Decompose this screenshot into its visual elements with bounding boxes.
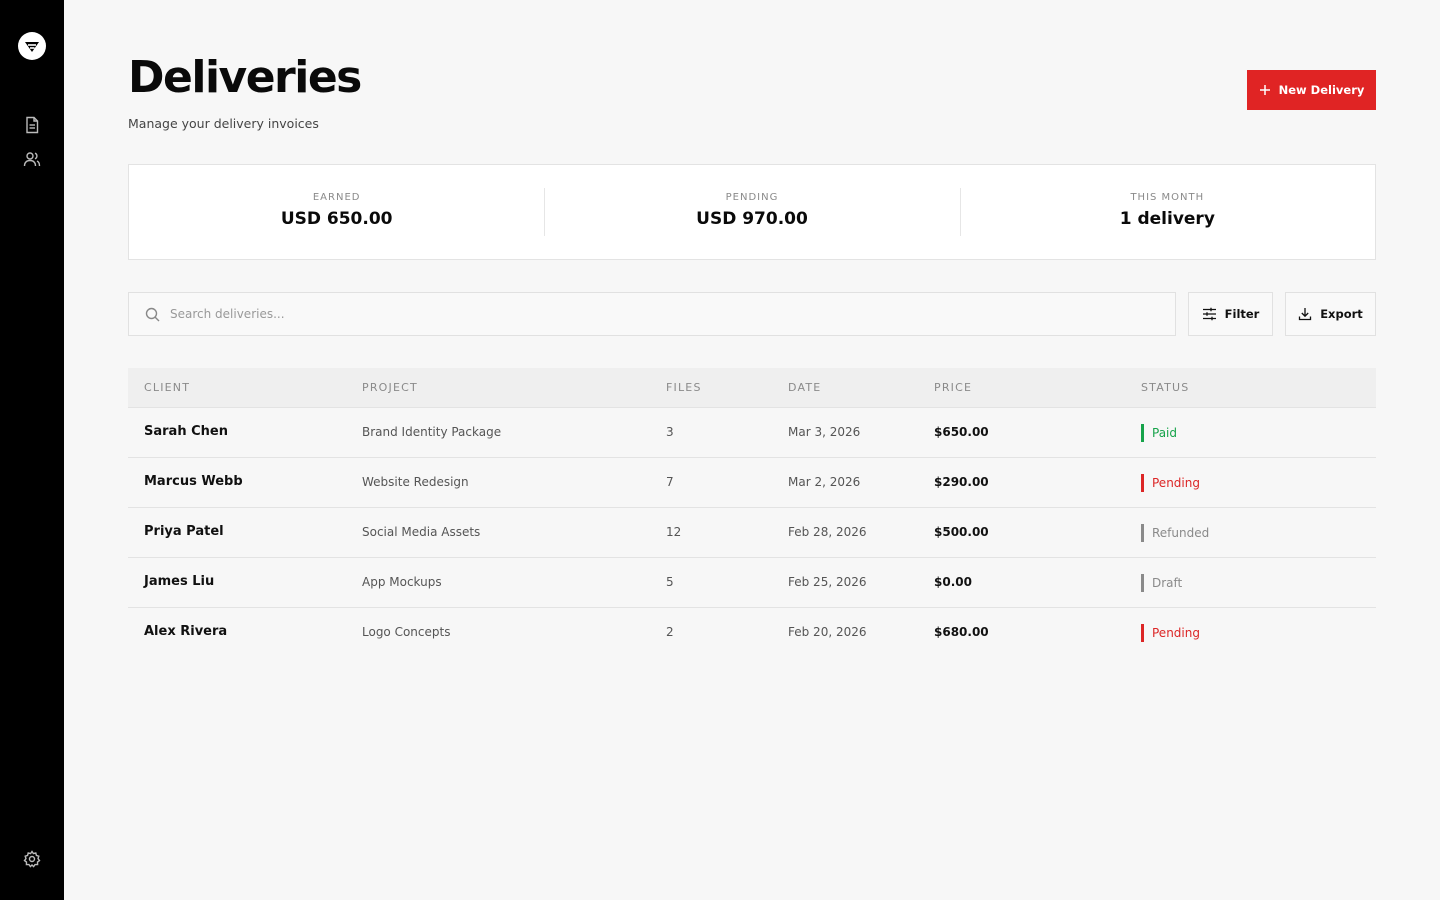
- export-button[interactable]: Export: [1285, 292, 1376, 336]
- column-header-project[interactable]: PROJECT: [362, 381, 418, 394]
- sidebar: [0, 0, 64, 900]
- status-indicator: [1141, 524, 1144, 542]
- document-icon[interactable]: [22, 115, 42, 135]
- page-subtitle: Manage your delivery invoices: [128, 116, 319, 131]
- price-cell: $680.00: [934, 625, 989, 639]
- status-badge: Refunded: [1141, 524, 1209, 542]
- status-badge: Pending: [1141, 624, 1200, 642]
- price-cell: $290.00: [934, 475, 989, 489]
- project-cell: Brand Identity Package: [362, 425, 502, 439]
- status-label: Paid: [1152, 426, 1178, 440]
- table-row[interactable]: Alex Rivera Logo Concepts 2 Feb 20, 2026 $68…: [128, 608, 1376, 658]
- filter-button[interactable]: Filter: [1188, 292, 1273, 336]
- search-box: [128, 292, 1176, 336]
- stat-pending: PENDING USD 970.00: [544, 165, 959, 259]
- status-label: Pending: [1152, 476, 1200, 490]
- table-row[interactable]: Marcus Webb Website Redesign 7 Mar 2, 2026 $…: [128, 458, 1376, 508]
- download-icon: [1299, 308, 1312, 321]
- status-badge: Paid: [1141, 424, 1177, 442]
- status-label: Draft: [1152, 576, 1183, 590]
- column-header-price[interactable]: PRICE: [934, 381, 972, 394]
- stat-value: 1 delivery: [1119, 209, 1215, 229]
- stat-earned: EARNED USD 650.00: [129, 165, 544, 259]
- stat-label: THIS MONTH: [1130, 192, 1205, 203]
- new-delivery-label: New Delivery: [1278, 83, 1365, 97]
- project-cell: Website Redesign: [362, 475, 469, 489]
- main-content: Deliveries Manage your delivery invoices…: [128, 0, 1376, 900]
- files-cell: 3: [666, 425, 674, 439]
- search-icon: [145, 307, 160, 321]
- status-indicator: [1141, 474, 1144, 492]
- table-row[interactable]: James Liu App Mockups 5 Feb 25, 2026 $0.00 Dr…: [128, 558, 1376, 608]
- sliders-icon: [1202, 307, 1216, 321]
- table-row[interactable]: Sarah Chen Brand Identity Package 3 Mar 3, …: [128, 408, 1376, 458]
- files-cell: 7: [666, 475, 674, 489]
- project-cell: App Mockups: [362, 575, 442, 589]
- new-delivery-button[interactable]: New Delivery: [1247, 70, 1376, 110]
- status-label: Pending: [1152, 626, 1200, 640]
- client-cell: Sarah Chen: [144, 424, 228, 439]
- stat-value: USD 970.00: [696, 209, 808, 229]
- stat-label: PENDING: [725, 192, 779, 203]
- price-cell: $500.00: [934, 525, 989, 539]
- stat-this-month: THIS MONTH 1 delivery: [959, 165, 1375, 259]
- users-icon[interactable]: [22, 149, 42, 169]
- files-cell: 5: [666, 575, 674, 589]
- status-badge: Draft: [1141, 574, 1182, 592]
- price-cell: $650.00: [934, 425, 989, 439]
- plus-icon: [1259, 85, 1270, 95]
- table-row[interactable]: Priya Patel Social Media Assets 12 Feb 28, …: [128, 508, 1376, 558]
- date-cell: Feb 28, 2026: [788, 525, 867, 539]
- client-cell: Alex Rivera: [144, 624, 228, 639]
- status-indicator: [1141, 624, 1144, 642]
- status-indicator: [1141, 424, 1144, 442]
- stat-label: EARNED: [312, 192, 361, 203]
- table-body: Sarah Chen Brand Identity Package 3 Mar 3, …: [128, 408, 1376, 658]
- column-header-client[interactable]: CLIENT: [144, 381, 190, 394]
- status-label: Refunded: [1152, 526, 1210, 540]
- gear-icon[interactable]: [22, 849, 42, 869]
- column-header-status[interactable]: STATUS: [1141, 381, 1189, 394]
- logo-icon[interactable]: [18, 32, 46, 60]
- price-cell: $0.00: [934, 575, 972, 589]
- project-cell: Social Media Assets: [362, 525, 481, 539]
- files-cell: 12: [666, 525, 682, 539]
- date-cell: Mar 2, 2026: [788, 475, 861, 489]
- client-cell: Marcus Webb: [144, 474, 243, 489]
- search-input[interactable]: [170, 307, 1070, 321]
- project-cell: Logo Concepts: [362, 625, 451, 639]
- client-cell: Priya Patel: [144, 524, 224, 539]
- status-badge: Pending: [1141, 474, 1200, 492]
- column-header-date[interactable]: DATE: [788, 381, 821, 394]
- stats-panel: EARNED USD 650.00 PENDING USD 970.00 THI…: [128, 164, 1376, 260]
- stat-value: USD 650.00: [280, 209, 393, 229]
- column-header-files[interactable]: FILES: [666, 381, 702, 394]
- page-title: Deliveries: [128, 52, 362, 103]
- client-cell: James Liu: [144, 574, 215, 589]
- date-cell: Feb 25, 2026: [788, 575, 867, 589]
- deliveries-table: CLIENT PROJECT FILES DATE PRICE STATUS S…: [128, 368, 1376, 658]
- filter-label: Filter: [1224, 307, 1260, 321]
- export-label: Export: [1320, 307, 1363, 321]
- files-cell: 2: [666, 625, 674, 639]
- date-cell: Mar 3, 2026: [788, 425, 861, 439]
- table-header: CLIENT PROJECT FILES DATE PRICE STATUS: [128, 368, 1376, 408]
- status-indicator: [1141, 574, 1144, 592]
- date-cell: Feb 20, 2026: [788, 625, 867, 639]
